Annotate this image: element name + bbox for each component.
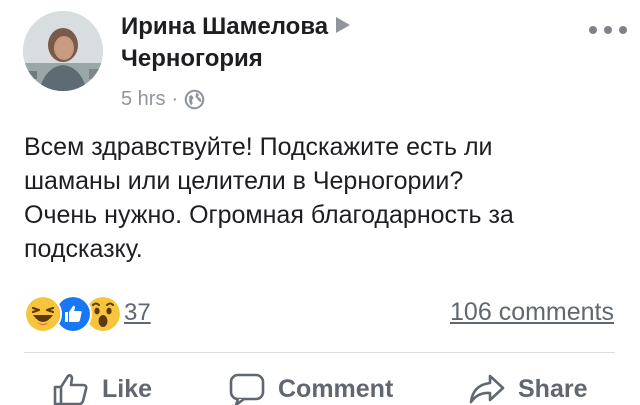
post-header: Ирина Шамелова Черногория 5 hrs · <box>121 12 581 111</box>
more-dot-icon <box>604 26 612 34</box>
author-avatar[interactable] <box>23 11 103 91</box>
post-meta: 5 hrs · <box>121 87 581 111</box>
comment-bubble-icon <box>229 373 265 405</box>
comment-button[interactable]: Comment <box>228 372 393 405</box>
globe-icon <box>184 89 205 109</box>
post-actions-bar: Like Comment Share <box>0 372 640 405</box>
author-line: Ирина Шамелова <box>121 12 581 42</box>
more-options-button[interactable] <box>589 18 627 42</box>
thumbs-up-icon <box>53 374 88 405</box>
post-time[interactable]: 5 hrs <box>121 87 165 111</box>
reaction-icons <box>24 295 122 333</box>
post-text-line: шаманы или целители в Черногории? <box>24 167 464 195</box>
haha-icon <box>24 295 62 333</box>
share-arrow-icon <box>469 374 505 404</box>
share-button[interactable]: Share <box>468 372 587 405</box>
post-text-line: Всем здравствуйте! Подскажите есть ли <box>24 133 493 161</box>
more-dot-icon <box>619 26 627 34</box>
reactions-summary[interactable]: 37 <box>24 295 151 333</box>
more-dot-icon <box>589 26 597 34</box>
feed-post: Ирина Шамелова Черногория 5 hrs · Всем з… <box>0 0 640 405</box>
actions-divider <box>24 352 615 353</box>
comments-count-link[interactable]: 106 comments <box>450 298 614 327</box>
post-text-line: подсказку. <box>24 235 143 263</box>
shared-to-arrow-icon <box>336 17 351 33</box>
post-text: Всем здравствуйте! Подскажите есть ли ша… <box>24 130 620 266</box>
group-name[interactable]: Черногория <box>121 44 581 74</box>
share-label: Share <box>518 374 588 403</box>
avatar-photo <box>23 11 103 91</box>
comment-label: Comment <box>278 374 394 403</box>
post-text-line: Очень нужно. Огромная благодарность за <box>24 201 514 229</box>
like-button[interactable]: Like <box>52 372 152 405</box>
meta-separator: · <box>171 88 179 110</box>
like-label: Like <box>102 374 153 403</box>
reaction-count[interactable]: 37 <box>124 299 151 327</box>
author-name[interactable]: Ирина Шамелова <box>121 13 328 40</box>
